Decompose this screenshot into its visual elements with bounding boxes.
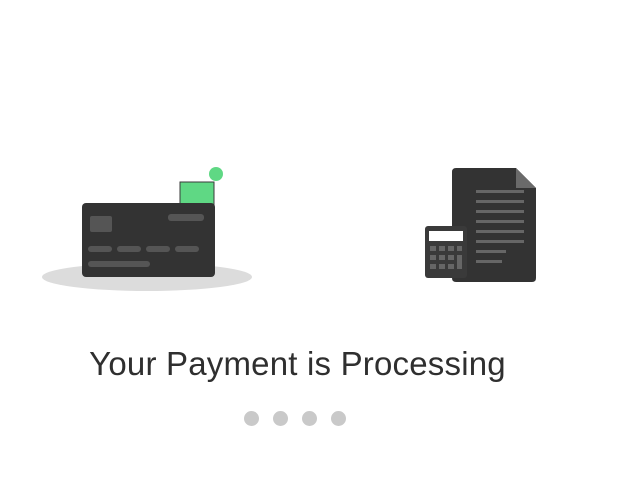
document-line — [476, 210, 524, 213]
calculator-key — [439, 264, 445, 269]
document-line — [476, 200, 524, 203]
card-number-block-4 — [175, 246, 199, 252]
document-line — [476, 230, 524, 233]
card-number-block-2 — [117, 246, 141, 252]
calculator-key — [430, 255, 436, 260]
invoice-calculator-icon — [425, 168, 536, 282]
loading-indicator — [244, 411, 346, 426]
calculator-key — [439, 255, 445, 260]
card-brand-bar — [168, 214, 204, 221]
loading-dot — [331, 411, 346, 426]
credit-card-icon — [42, 167, 252, 291]
document-line — [476, 220, 524, 223]
receipt-slip — [179, 181, 215, 207]
document-line — [476, 240, 524, 243]
calculator-key — [430, 264, 436, 269]
document-line — [476, 260, 502, 263]
card-number-block-1 — [88, 246, 112, 252]
calculator-screen — [429, 231, 463, 241]
calculator-key — [439, 246, 445, 251]
payment-processing-screen: Your Payment is Processing — [0, 0, 621, 479]
card-holder-bar — [88, 261, 150, 267]
calculator-key — [448, 264, 454, 269]
card-chip — [90, 216, 112, 232]
calculator-key — [448, 246, 454, 251]
card-number-block-3 — [146, 246, 170, 252]
notification-dot — [209, 167, 223, 181]
calculator-key — [448, 255, 454, 260]
document-line — [476, 190, 524, 193]
document-line — [476, 250, 506, 253]
loading-dot — [273, 411, 288, 426]
loading-dot — [244, 411, 259, 426]
calculator-key — [430, 246, 436, 251]
calculator-key — [457, 255, 462, 269]
calculator-key — [457, 246, 462, 251]
loading-dot — [302, 411, 317, 426]
document-fold — [516, 168, 536, 188]
processing-title: Your Payment is Processing — [89, 345, 506, 382]
